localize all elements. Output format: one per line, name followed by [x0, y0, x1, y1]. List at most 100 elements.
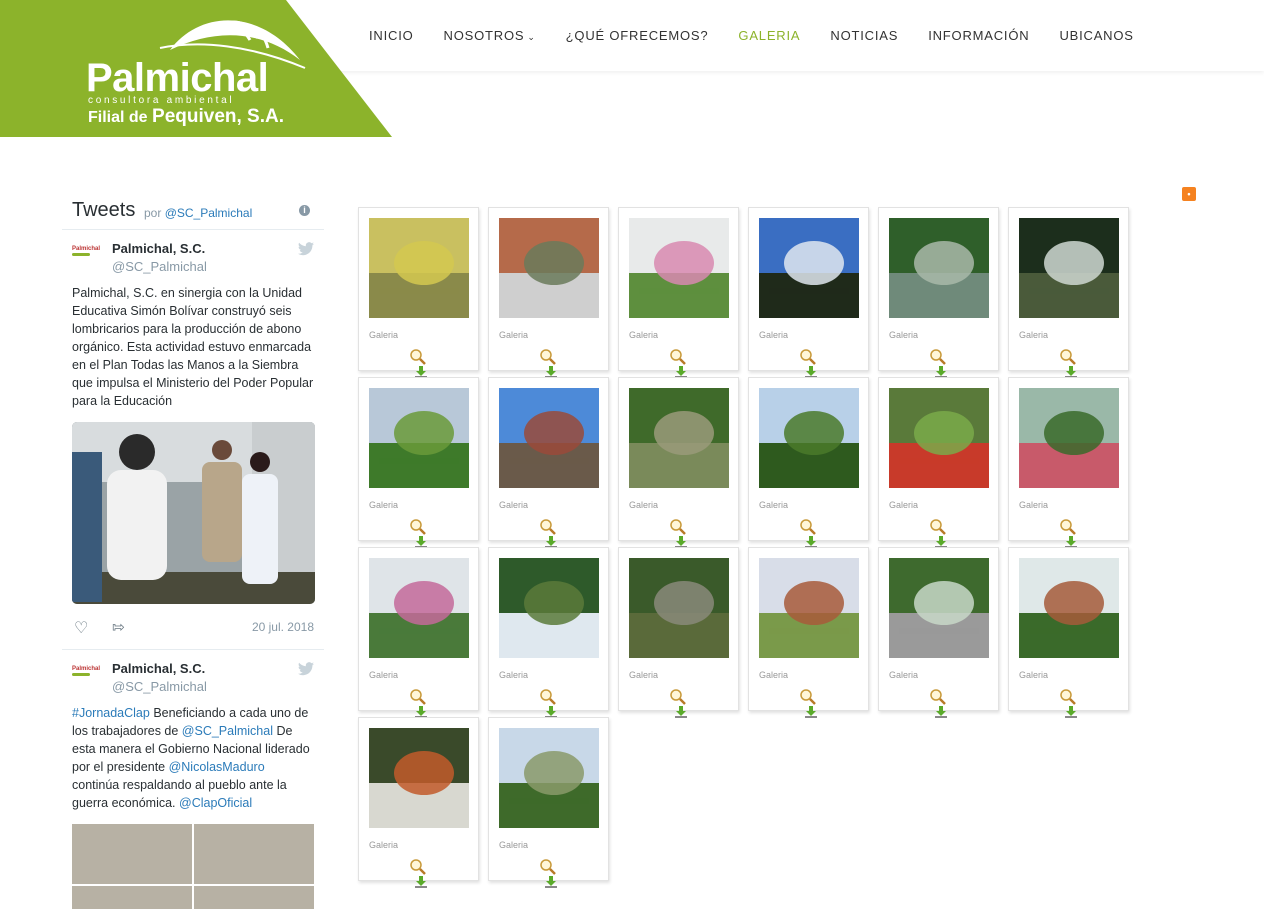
magnifier-icon[interactable] — [800, 519, 816, 535]
gallery-thumb[interactable]: Galeria — [488, 547, 609, 718]
gallery-image[interactable] — [369, 728, 469, 828]
info-icon[interactable]: i — [299, 205, 310, 216]
download-icon[interactable] — [415, 705, 427, 718]
tweet-author-name[interactable]: Palmichal, S.C. — [112, 660, 314, 678]
magnifier-icon[interactable] — [540, 859, 556, 875]
download-icon[interactable] — [545, 875, 557, 888]
twitter-bird-icon[interactable] — [298, 662, 314, 679]
download-icon[interactable] — [935, 365, 947, 378]
avatar[interactable]: Palmichal — [72, 666, 102, 680]
magnifier-icon[interactable] — [670, 519, 686, 535]
gallery-image[interactable] — [499, 218, 599, 318]
download-icon[interactable] — [935, 705, 947, 718]
avatar[interactable]: Palmichal — [72, 246, 102, 260]
download-icon[interactable] — [935, 535, 947, 548]
download-icon[interactable] — [675, 705, 687, 718]
tweet-author-handle[interactable]: @SC_Palmichal — [112, 258, 314, 276]
magnifier-icon[interactable] — [930, 349, 946, 365]
nav-item-galeria[interactable]: GALERIA — [738, 28, 800, 45]
mention-link[interactable]: @SC_Palmichal — [182, 724, 273, 738]
nav-item-nosotros[interactable]: NOSOTROS ⌄ — [444, 28, 536, 45]
twitter-handle-link[interactable]: @SC_Palmichal — [165, 206, 253, 220]
rss-icon[interactable]: • — [1182, 187, 1196, 201]
tweet-photo[interactable] — [194, 824, 314, 884]
gallery-thumb[interactable]: Galeria — [618, 547, 739, 718]
download-icon[interactable] — [415, 875, 427, 888]
nav-item-noticias[interactable]: NOTICIAS — [830, 28, 898, 45]
tweet-photo[interactable] — [72, 886, 192, 909]
download-icon[interactable] — [1065, 535, 1077, 548]
gallery-image[interactable] — [629, 558, 729, 658]
brand-logo[interactable]: Palmichal consultora ambiental Filial de… — [0, 0, 392, 137]
gallery-image[interactable] — [889, 558, 989, 658]
gallery-thumb[interactable]: Galeria — [748, 377, 869, 548]
download-icon[interactable] — [545, 365, 557, 378]
gallery-image[interactable] — [369, 558, 469, 658]
gallery-thumb[interactable]: Galeria — [358, 377, 479, 548]
hashtag-link[interactable]: #JornadaClap — [72, 706, 150, 720]
gallery-image[interactable] — [1019, 218, 1119, 318]
gallery-image[interactable] — [369, 218, 469, 318]
download-icon[interactable] — [805, 535, 817, 548]
nav-item-ubicanos[interactable]: UBICANOS — [1059, 28, 1133, 45]
mention-link[interactable]: @NicolasMaduro — [169, 760, 265, 774]
gallery-image[interactable] — [1019, 558, 1119, 658]
share-icon[interactable]: ⇰ — [112, 618, 125, 636]
gallery-thumb[interactable]: Galeria — [748, 547, 869, 718]
magnifier-icon[interactable] — [410, 689, 426, 705]
gallery-thumb[interactable]: Galeria — [878, 377, 999, 548]
gallery-image[interactable] — [1019, 388, 1119, 488]
gallery-image[interactable] — [499, 728, 599, 828]
gallery-image[interactable] — [369, 388, 469, 488]
gallery-thumb[interactable]: Galeria — [488, 207, 609, 378]
gallery-image[interactable] — [499, 558, 599, 658]
download-icon[interactable] — [415, 365, 427, 378]
magnifier-icon[interactable] — [540, 349, 556, 365]
tweet-photo-grid[interactable] — [72, 824, 315, 909]
mention-link[interactable]: @ClapOficial — [179, 796, 252, 810]
gallery-image[interactable] — [499, 388, 599, 488]
download-icon[interactable] — [545, 535, 557, 548]
gallery-thumb[interactable]: Galeria — [618, 207, 739, 378]
magnifier-icon[interactable] — [410, 349, 426, 365]
gallery-image[interactable] — [629, 388, 729, 488]
magnifier-icon[interactable] — [930, 689, 946, 705]
gallery-thumb[interactable]: Galeria — [1008, 547, 1129, 718]
magnifier-icon[interactable] — [540, 519, 556, 535]
magnifier-icon[interactable] — [1060, 519, 1076, 535]
gallery-thumb[interactable]: Galeria — [488, 717, 609, 888]
download-icon[interactable] — [415, 535, 427, 548]
gallery-thumb[interactable]: Galeria — [488, 377, 609, 548]
download-icon[interactable] — [1065, 705, 1077, 718]
gallery-thumb[interactable]: Galeria — [878, 547, 999, 718]
magnifier-icon[interactable] — [1060, 689, 1076, 705]
magnifier-icon[interactable] — [800, 349, 816, 365]
gallery-thumb[interactable]: Galeria — [358, 547, 479, 718]
magnifier-icon[interactable] — [410, 859, 426, 875]
gallery-image[interactable] — [759, 218, 859, 318]
heart-icon[interactable]: ♡ — [74, 618, 88, 638]
magnifier-icon[interactable] — [930, 519, 946, 535]
gallery-image[interactable] — [889, 218, 989, 318]
tweet-date[interactable]: 20 jul. 2018 — [252, 620, 314, 634]
gallery-image[interactable] — [759, 388, 859, 488]
magnifier-icon[interactable] — [800, 689, 816, 705]
download-icon[interactable] — [675, 535, 687, 548]
tweet-photo[interactable] — [72, 824, 192, 884]
tweet-author-name[interactable]: Palmichal, S.C. — [112, 240, 314, 258]
twitter-bird-icon[interactable] — [298, 242, 314, 259]
gallery-image[interactable] — [889, 388, 989, 488]
gallery-thumb[interactable]: Galeria — [1008, 207, 1129, 378]
magnifier-icon[interactable] — [670, 689, 686, 705]
gallery-image[interactable] — [629, 218, 729, 318]
nav-item-que-ofrecemos[interactable]: ¿QUÉ OFRECEMOS? — [566, 28, 709, 45]
gallery-thumb[interactable]: Galeria — [1008, 377, 1129, 548]
download-icon[interactable] — [545, 705, 557, 718]
gallery-thumb[interactable]: Galeria — [878, 207, 999, 378]
tweet-photo[interactable] — [194, 886, 314, 909]
download-icon[interactable] — [805, 365, 817, 378]
gallery-thumb[interactable]: Galeria — [358, 717, 479, 888]
gallery-thumb[interactable]: Galeria — [618, 377, 739, 548]
magnifier-icon[interactable] — [410, 519, 426, 535]
magnifier-icon[interactable] — [670, 349, 686, 365]
